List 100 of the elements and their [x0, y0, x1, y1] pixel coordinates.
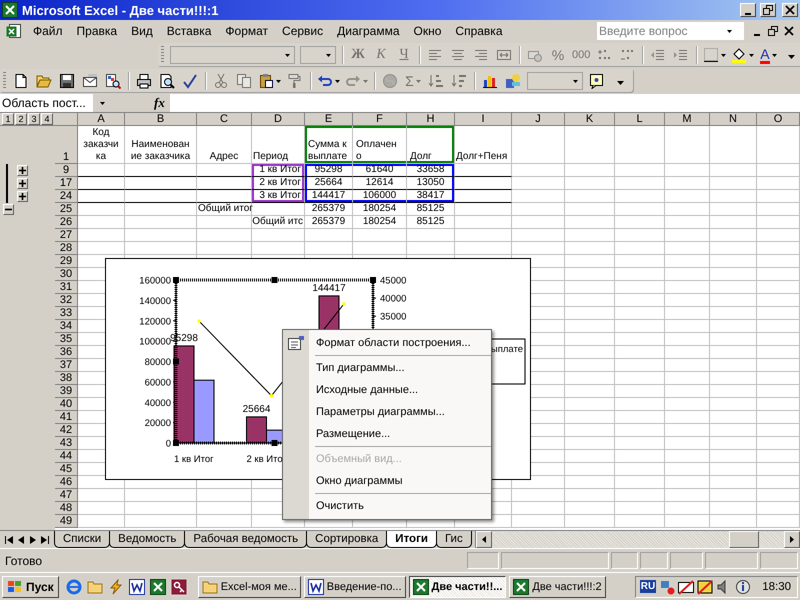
taskbar-button[interactable]: Две части!!!:2 [509, 576, 606, 598]
format-button[interactable]: A [757, 44, 780, 66]
column-header[interactable]: B [125, 113, 197, 126]
row-header[interactable]: 49 [55, 515, 78, 528]
menu-item[interactable]: Параметры диаграммы... [283, 401, 491, 423]
menu-bar-item[interactable]: Формат [218, 22, 276, 40]
expand-button[interactable] [17, 191, 28, 202]
column-header[interactable]: E [305, 113, 353, 126]
menu-bar-item[interactable]: Диаграмма [330, 22, 407, 40]
menu-bar-item[interactable]: Файл [26, 22, 70, 40]
menu-item[interactable]: Исходные данные... [283, 379, 491, 401]
menu-bar-item[interactable]: Окно [406, 22, 448, 40]
tools-icon[interactable] [697, 578, 714, 594]
close-button[interactable] [782, 3, 798, 17]
envelope-icon[interactable] [678, 578, 694, 594]
next-sheet-icon[interactable] [29, 536, 37, 544]
menu-bar-item[interactable]: Вставка [160, 22, 218, 40]
row-header[interactable]: 42 [55, 424, 78, 437]
row-header[interactable]: 36 [55, 346, 78, 359]
column-header[interactable]: D [252, 113, 305, 126]
outline-level-button[interactable]: 1 [2, 113, 14, 125]
row-header[interactable]: 32 [55, 294, 78, 307]
row-header[interactable]: 26 [55, 216, 78, 229]
minimize-button[interactable] [740, 3, 756, 17]
first-sheet-icon[interactable] [5, 536, 13, 544]
row-header[interactable]: 40 [55, 398, 78, 411]
column-header[interactable]: J [512, 113, 565, 126]
sheet-tab[interactable]: Гис [436, 531, 472, 548]
menu-bar-item[interactable]: Правка [70, 22, 124, 40]
info-icon[interactable] [735, 578, 752, 594]
menu-bar-item[interactable]: Сервис [275, 22, 330, 40]
row-header[interactable]: 45 [55, 463, 78, 476]
outline-level-button[interactable]: 2 [15, 113, 27, 125]
row-header[interactable]: 9 [55, 164, 78, 177]
row-header[interactable]: 27 [55, 229, 78, 242]
menu-item[interactable]: Окно диаграммы [283, 470, 491, 492]
row-header[interactable]: 46 [55, 476, 78, 489]
row-header[interactable]: 31 [55, 281, 78, 294]
sheet-tab[interactable]: Рабочая ведомость [184, 531, 308, 548]
row-header[interactable]: 17 [55, 177, 78, 190]
column-header[interactable]: I [455, 113, 512, 126]
menu-bar-item[interactable]: Справка [448, 22, 510, 40]
insert-function-button[interactable]: fx [154, 95, 170, 111]
key-icon[interactable] [170, 578, 187, 594]
menu-item[interactable]: Размещение... [283, 423, 491, 445]
row-header[interactable]: 43 [55, 437, 78, 450]
row-header[interactable]: 34 [55, 320, 78, 333]
scroll-right-button[interactable] [784, 531, 800, 548]
row-header[interactable]: 39 [55, 385, 78, 398]
lightning-icon[interactable] [108, 578, 124, 594]
row-header[interactable]: 37 [55, 359, 78, 372]
menu-item[interactable]: Тип диаграммы... [283, 357, 491, 379]
row-header[interactable]: 28 [55, 242, 78, 255]
horizontal-scrollbar[interactable] [474, 531, 800, 548]
select-all-corner[interactable] [55, 113, 78, 126]
row-header[interactable]: 44 [55, 450, 78, 463]
row-header[interactable]: 1 [55, 126, 78, 164]
outline-level-button[interactable]: 4 [41, 113, 53, 125]
menu-item[interactable]: Формат области построения... [283, 332, 491, 354]
row-header[interactable]: 35 [55, 333, 78, 346]
taskbar-button[interactable]: Введение-по... [304, 576, 406, 598]
column-header[interactable]: H [407, 113, 455, 126]
row-header[interactable]: 33 [55, 307, 78, 320]
column-header[interactable]: C [197, 113, 252, 126]
row-header[interactable]: 47 [55, 489, 78, 502]
row-header[interactable]: 25 [55, 203, 78, 216]
column-header[interactable]: A [78, 113, 125, 126]
sheet-tab[interactable]: Итоги [386, 531, 437, 548]
row-header[interactable]: 30 [55, 268, 78, 281]
sheet-tab[interactable]: Сортировка [306, 531, 388, 548]
scroll-left-button[interactable] [476, 531, 492, 548]
row-header[interactable]: 24 [55, 190, 78, 203]
question-field[interactable]: Введите вопрос [597, 22, 744, 40]
row-header[interactable]: 48 [55, 502, 78, 515]
menu-bar-item[interactable]: Вид [124, 22, 160, 40]
start-button[interactable]: Пуск [2, 576, 59, 598]
column-header[interactable]: N [710, 113, 757, 126]
taskbar-button[interactable]: Excel-моя ме... [198, 576, 301, 598]
collapse-button[interactable] [3, 204, 14, 215]
language-indicator[interactable]: RU [640, 580, 656, 593]
column-header[interactable]: F [353, 113, 407, 126]
sheet-tab[interactable]: Ведомость [109, 531, 186, 548]
toolbar-grip[interactable] [3, 72, 6, 90]
column-header[interactable]: K [565, 113, 615, 126]
row-header[interactable]: 41 [55, 411, 78, 424]
formula-field[interactable] [170, 94, 800, 112]
sheet-tab[interactable]: Списки [54, 531, 110, 548]
expand-button[interactable] [17, 165, 28, 176]
toolbar-grip[interactable] [161, 46, 164, 64]
column-header[interactable]: O [757, 113, 800, 126]
column-header[interactable]: M [665, 113, 710, 126]
expand-button[interactable] [17, 178, 28, 189]
previous-sheet-icon[interactable] [17, 536, 25, 544]
last-sheet-icon[interactable] [41, 536, 49, 544]
row-header[interactable]: 29 [55, 255, 78, 268]
scrollbar-thumb[interactable] [729, 531, 759, 548]
column-header[interactable]: L [615, 113, 665, 126]
browser-icon[interactable] [66, 578, 82, 594]
name-box[interactable]: Область пост... [0, 94, 93, 112]
row-header[interactable]: 38 [55, 372, 78, 385]
